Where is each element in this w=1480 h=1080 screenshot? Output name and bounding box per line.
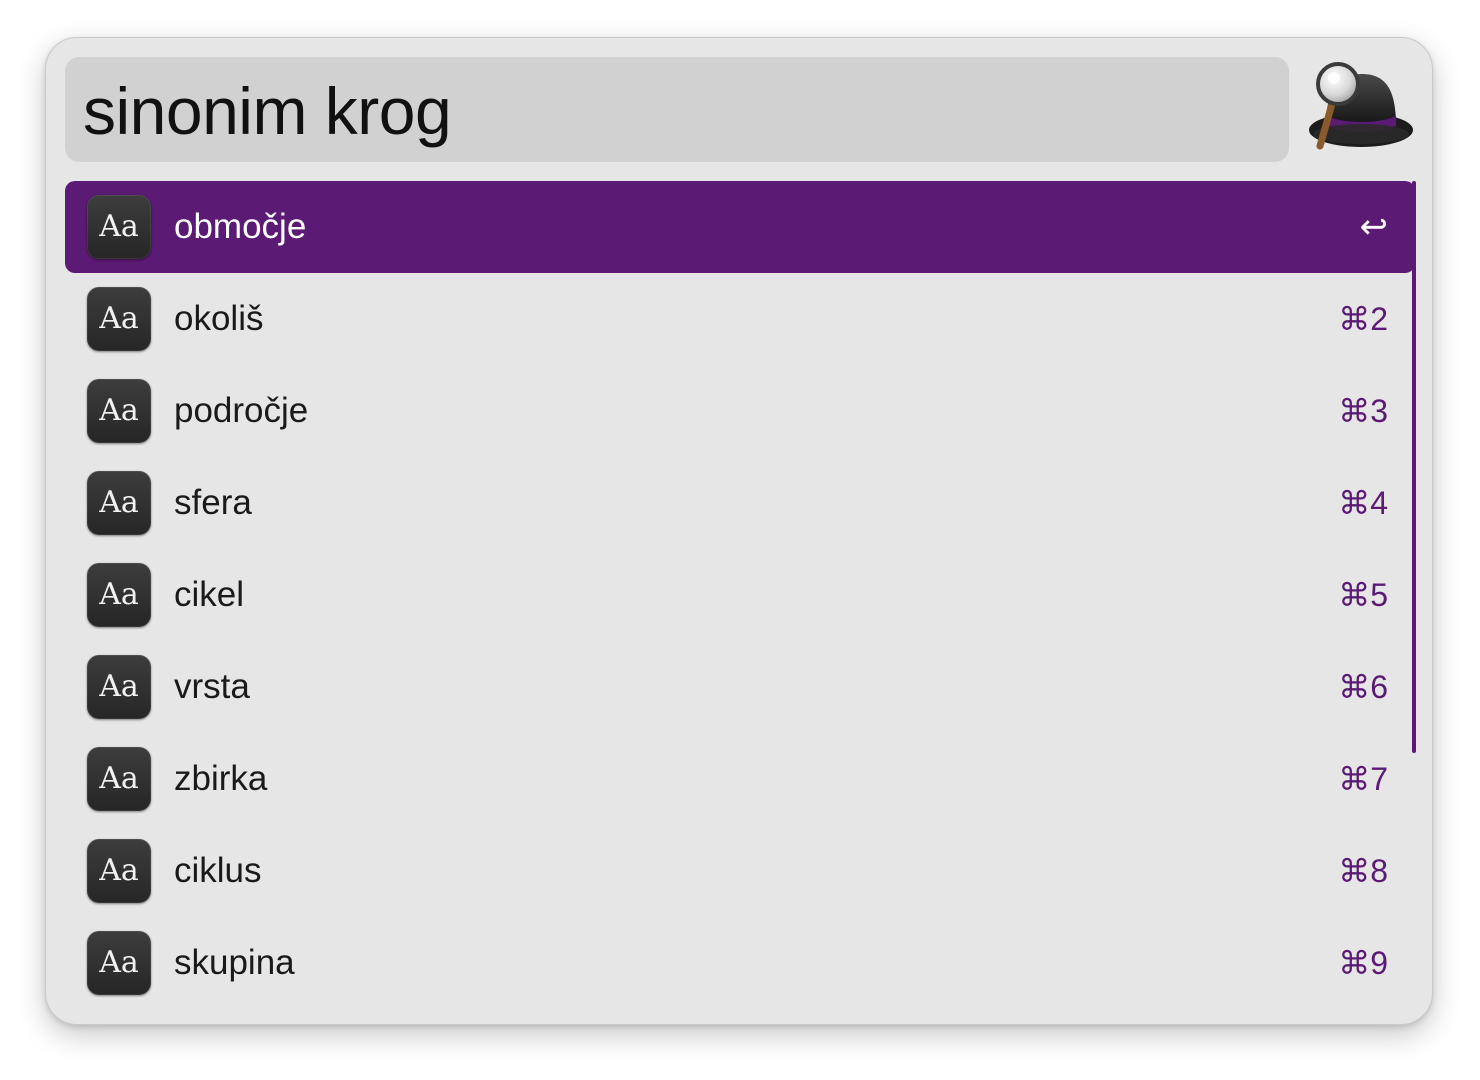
result-row[interactable]: Aa zbirka ⌘7 [65,733,1415,825]
alfred-hat-magnifier-icon[interactable] [1304,60,1416,152]
result-title: področje [174,391,309,430]
dictionary-icon: Aa [87,287,151,351]
result-shortcut: ⌘7 [1338,761,1388,797]
result-shortcut: ⌘5 [1338,577,1388,613]
return-key-icon: ↩ [1359,208,1389,246]
launcher-window: sinonim krog Aa območje ↩ Aa okoliš ⌘2 A… [45,37,1433,1025]
result-title: sfera [174,483,252,522]
result-shortcut: ⌘3 [1338,393,1388,429]
result-row[interactable]: Aa skupina ⌘9 [65,917,1415,1009]
result-shortcut: ⌘6 [1338,669,1388,705]
result-title: cikel [174,575,245,614]
search-query-text[interactable]: sinonim krog [83,57,452,162]
dictionary-icon: Aa [87,195,151,259]
dictionary-icon: Aa [87,931,151,995]
result-title: območje [174,207,307,246]
dictionary-icon: Aa [87,839,151,903]
dictionary-icon: Aa [87,747,151,811]
dictionary-icon: Aa [87,655,151,719]
results-list: Aa območje ↩ Aa okoliš ⌘2 Aa področje ⌘3… [65,181,1417,1009]
result-title: skupina [174,943,295,982]
result-row[interactable]: Aa cikel ⌘5 [65,549,1415,641]
result-shortcut: ⌘9 [1338,945,1388,981]
dictionary-icon: Aa [87,563,151,627]
result-row[interactable]: Aa vrsta ⌘6 [65,641,1415,733]
result-shortcut: ⌘8 [1338,853,1388,889]
result-row[interactable]: Aa področje ⌘3 [65,365,1415,457]
dictionary-icon: Aa [87,379,151,443]
result-title: zbirka [174,759,268,798]
search-field[interactable]: sinonim krog [65,57,1289,162]
result-title: okoliš [174,299,264,338]
result-shortcut: ⌘2 [1338,301,1388,337]
result-row[interactable]: Aa okoliš ⌘2 [65,273,1415,365]
dictionary-icon: Aa [87,471,151,535]
result-title: vrsta [174,667,250,706]
result-title: ciklus [174,851,262,890]
result-shortcut: ⌘4 [1338,485,1388,521]
result-row[interactable]: Aa ciklus ⌘8 [65,825,1415,917]
result-row[interactable]: Aa območje ↩ [65,181,1415,273]
result-row[interactable]: Aa sfera ⌘4 [65,457,1415,549]
results-scrollbar[interactable] [1412,181,1416,753]
